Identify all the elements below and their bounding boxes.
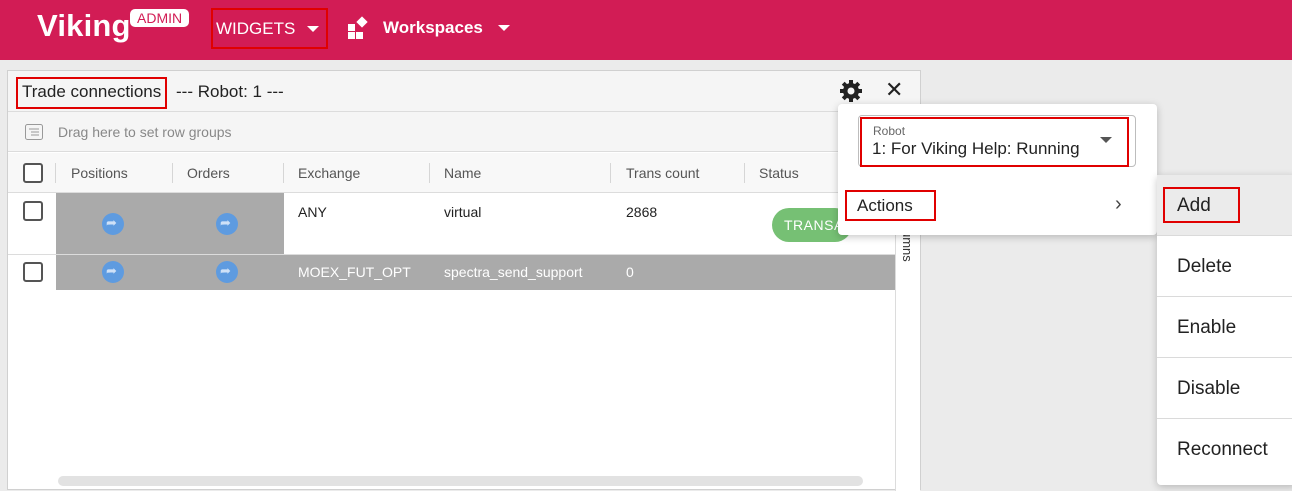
- column-separator: [55, 163, 56, 183]
- column-separator: [172, 163, 173, 183]
- robot-select-value[interactable]: 1: For Viking Help: Running: [872, 139, 1080, 159]
- columns-side-tab[interactable]: umns: [895, 194, 920, 491]
- cell-trans-count: 2868: [626, 204, 658, 220]
- cell-trans-count: 0: [626, 264, 634, 280]
- row-group-placeholder: Drag here to set row groups: [58, 124, 232, 140]
- top-bar: Viking ADMIN WIDGETS Workspaces: [0, 0, 1292, 60]
- workspaces-menu-button[interactable]: Workspaces: [383, 18, 483, 38]
- submenu-item-delete[interactable]: Delete: [1157, 236, 1292, 297]
- cell-name: virtual: [444, 204, 482, 220]
- cell-name: spectra_send_support: [444, 264, 583, 280]
- caret-down-icon: [307, 26, 319, 32]
- brand-logo[interactable]: Viking: [37, 8, 131, 44]
- submenu-item-label: Reconnect: [1177, 439, 1268, 460]
- row-checkbox[interactable]: [23, 201, 43, 221]
- row-group-dropzone[interactable]: Drag here to set row groups: [8, 112, 920, 152]
- submenu-item-disable[interactable]: Disable: [1157, 358, 1292, 419]
- column-header-row: Positions Orders Exchange Name Trans cou…: [8, 153, 920, 193]
- column-header-positions[interactable]: Positions: [71, 165, 128, 181]
- chevron-right-icon: ›: [1115, 193, 1122, 215]
- table-row[interactable]: MOEX_FUT_OPT spectra_send_support 0: [8, 255, 895, 290]
- table-row[interactable]: ANY virtual 2868 TRANSACTIONS: [8, 193, 895, 255]
- column-separator: [283, 163, 284, 183]
- open-orders-icon[interactable]: [216, 261, 238, 283]
- submenu-item-label: Add: [1177, 195, 1211, 216]
- caret-down-icon[interactable]: [498, 25, 510, 31]
- submenu-item-reconnect[interactable]: Reconnect: [1157, 419, 1292, 480]
- link-cells: [56, 193, 284, 254]
- column-separator: [744, 163, 745, 183]
- horizontal-scrollbar[interactable]: [58, 476, 863, 486]
- panel-subtitle: --- Robot: 1 ---: [176, 82, 284, 101]
- open-orders-icon[interactable]: [216, 213, 238, 235]
- settings-dropdown-menu: Robot 1: For Viking Help: Running Action…: [838, 104, 1157, 235]
- robot-select-label: Robot: [873, 124, 906, 138]
- open-positions-icon[interactable]: [102, 261, 124, 283]
- submenu-item-add[interactable]: Add: [1157, 175, 1292, 236]
- widgets-menu-button[interactable]: WIDGETS: [211, 8, 328, 49]
- submenu-item-enable[interactable]: Enable: [1157, 297, 1292, 358]
- column-header-trans-count[interactable]: Trans count: [626, 165, 699, 181]
- panel-title: Trade connections: [16, 77, 168, 109]
- actions-submenu: Add Delete Enable Disable Reconnect: [1157, 175, 1292, 485]
- cell-exchange: ANY: [298, 204, 327, 220]
- actions-label: Actions: [857, 196, 913, 215]
- column-separator: [429, 163, 430, 183]
- row-checkbox[interactable]: [23, 262, 43, 282]
- row-group-icon: [25, 124, 43, 145]
- admin-badge: ADMIN: [130, 9, 190, 27]
- column-header-orders[interactable]: Orders: [187, 165, 230, 181]
- cell-exchange: MOEX_FUT_OPT: [298, 264, 411, 280]
- column-separator: [610, 163, 611, 183]
- submenu-item-label: Enable: [1177, 317, 1237, 338]
- column-header-name[interactable]: Name: [444, 165, 481, 181]
- caret-down-icon[interactable]: [1100, 137, 1112, 143]
- workspaces-icon: [348, 16, 372, 45]
- open-positions-icon[interactable]: [102, 213, 124, 235]
- select-all-checkbox[interactable]: [23, 163, 43, 183]
- submenu-item-label: Disable: [1177, 378, 1241, 399]
- submenu-item-label: Delete: [1177, 256, 1232, 277]
- column-header-exchange[interactable]: Exchange: [298, 165, 360, 181]
- panel-header: Trade connections --- Robot: 1 --- ✕: [8, 71, 920, 112]
- actions-menu-item[interactable]: Actions: [845, 190, 936, 221]
- column-header-status[interactable]: Status: [759, 165, 799, 181]
- widgets-label: WIDGETS: [216, 19, 296, 38]
- trade-connections-panel: Trade connections --- Robot: 1 --- ✕ Dra…: [7, 70, 921, 491]
- gear-icon[interactable]: [840, 80, 862, 107]
- close-icon[interactable]: ✕: [885, 79, 903, 101]
